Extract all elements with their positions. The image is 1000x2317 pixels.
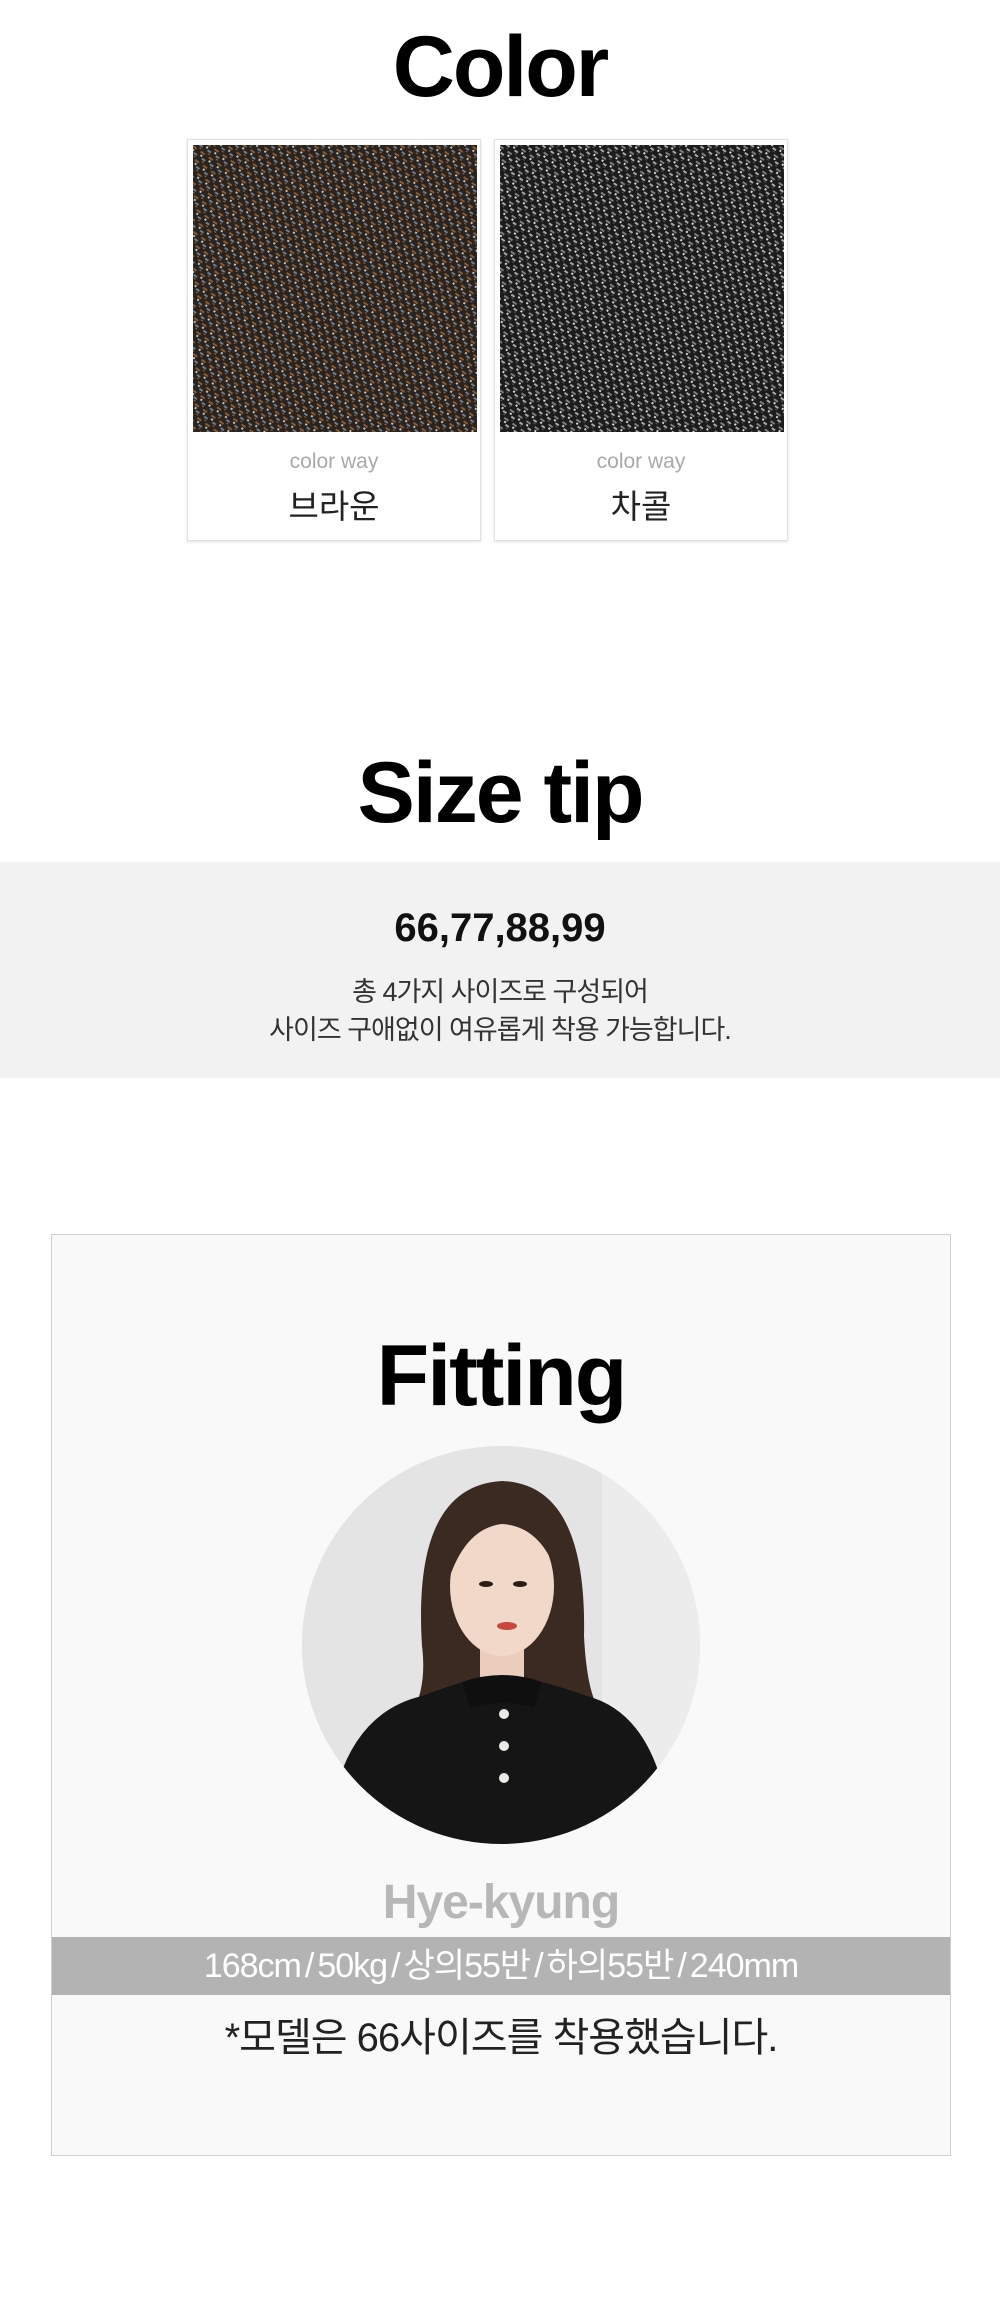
brown-fabric-swatch-image	[193, 145, 477, 432]
fitting-title: Fitting	[376, 1328, 628, 1424]
swatch-color-name: 브라운	[288, 488, 380, 525]
size-tip-line-1: 총 4가지 사이즈로 구성되어	[352, 977, 649, 1007]
available-sizes: 66,77,88,99	[394, 906, 606, 950]
swatch-card-charcoal[interactable]: color way 차콜	[494, 139, 788, 541]
model-weight: 50kg	[317, 1947, 388, 1985]
swatch-subtitle: color way	[289, 450, 379, 473]
stats-separator: /	[304, 1947, 315, 1985]
model-bottom-size: 하의55반	[546, 1947, 675, 1985]
stats-separator: /	[677, 1947, 687, 1985]
stats-separator: /	[391, 1947, 401, 1985]
size-tip-panel: 66,77,88,99 총 4가지 사이즈로 구성되어 사이즈 구애없이 여유롭…	[0, 862, 1000, 1078]
model-portrait-image	[302, 1446, 700, 1844]
swatch-color-name: 차콜	[610, 488, 672, 525]
model-height: 168cm	[203, 1947, 302, 1985]
model-name: Hye-kyung	[382, 1876, 620, 1929]
size-tip-title: Size tip	[357, 745, 644, 841]
model-fit-note: *모델은 66사이즈를 착용했습니다.	[224, 2016, 779, 2060]
size-tip-line-2: 사이즈 구애없이 여유롭게 착용 가능합니다.	[269, 1015, 732, 1045]
charcoal-fabric-swatch-image	[500, 145, 784, 432]
swatch-subtitle: color way	[596, 450, 686, 473]
model-stats-bar: 168cm/50kg / 상의55반 / 하의55반/240mm	[52, 1937, 950, 1995]
model-shoe-size: 240mm	[689, 1947, 799, 1985]
model-top-size: 상의55반	[403, 1947, 532, 1985]
model-photo	[302, 1446, 700, 1844]
stats-separator: /	[534, 1947, 544, 1985]
color-section-title: Color	[392, 19, 610, 115]
fitting-panel: Fitting Hye-kyung 168cm / 50kg / 상의55반 /…	[51, 1234, 951, 2156]
swatch-card-brown[interactable]: color way 브라운	[187, 139, 481, 541]
